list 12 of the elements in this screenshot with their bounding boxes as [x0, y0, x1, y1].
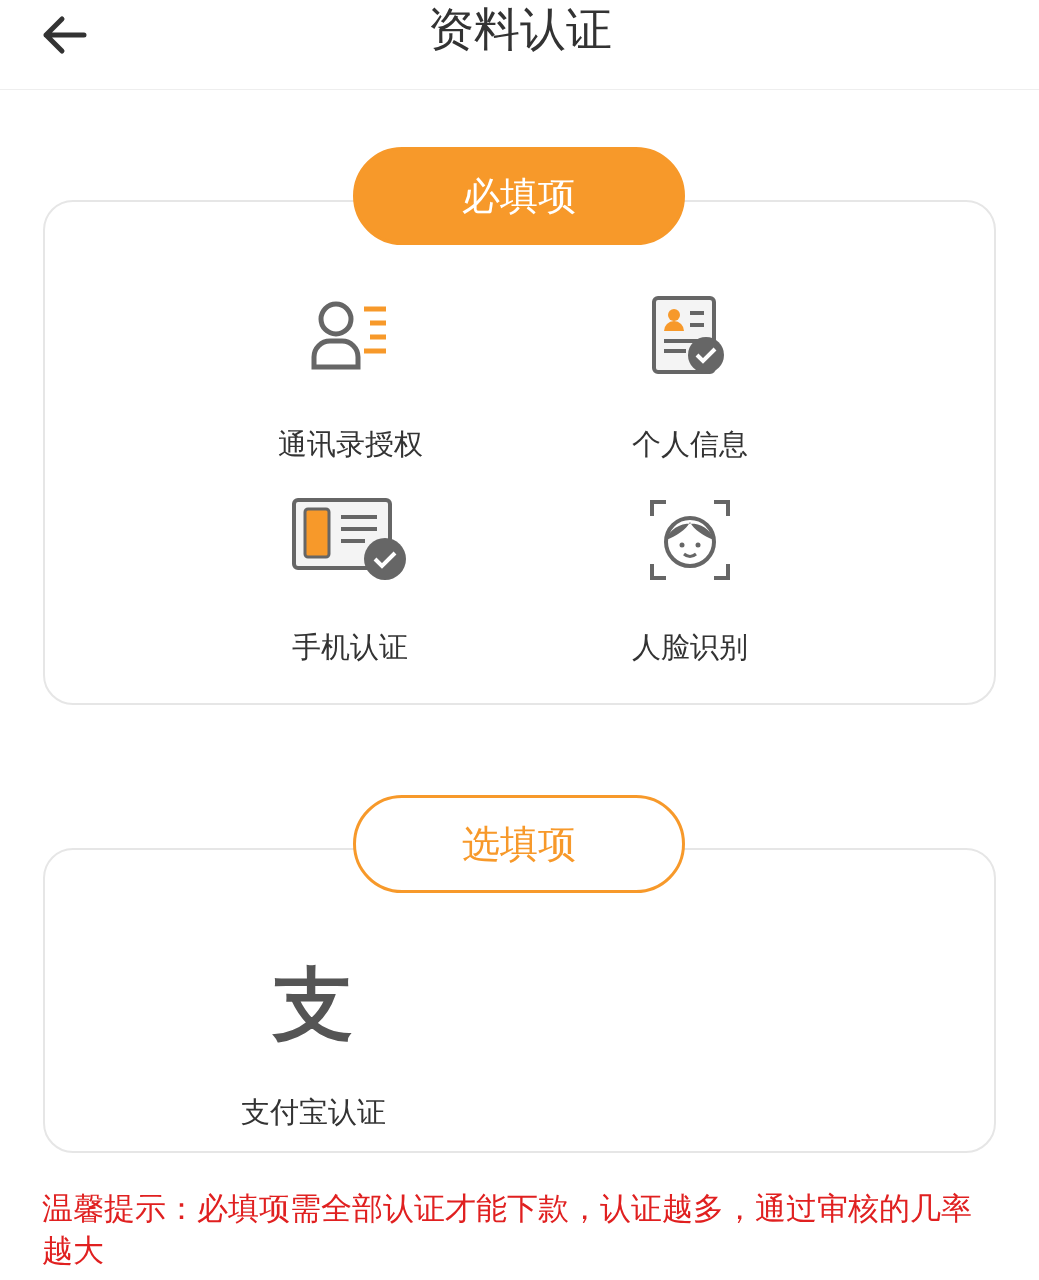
verification-item[interactable]: 通讯录授权	[240, 292, 460, 459]
payment-logo: 支	[273, 965, 353, 1045]
section-badge: 选填项	[353, 795, 685, 893]
verification-item[interactable]: 个人信息	[580, 292, 800, 459]
verification-item[interactable]: 人脸识别	[580, 495, 800, 662]
face-scan-icon	[650, 500, 730, 580]
verification-item[interactable]: 支 支付宝认证	[203, 960, 423, 1127]
verification-item[interactable]: 手机认证	[240, 495, 460, 662]
page-title: 资料认证	[427, 5, 612, 52]
phone-card-check-icon	[291, 497, 409, 583]
section-badge: 必填项	[353, 147, 685, 245]
tip-text: 温馨提示：必填项需全部认证才能下款，认证越多，通过审核的几率越大	[42, 1189, 973, 1270]
